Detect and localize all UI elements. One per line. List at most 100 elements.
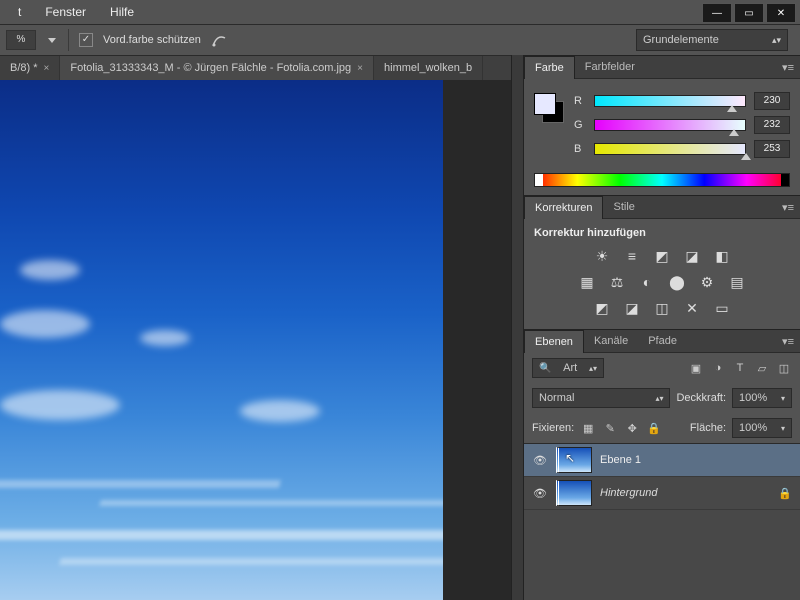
hue-ramp[interactable] [534, 173, 790, 187]
protect-fg-label: Vord.farbe schützen [103, 34, 201, 46]
brightness-icon[interactable]: ☀ [592, 248, 612, 264]
exposure-icon[interactable]: ◪ [682, 248, 702, 264]
opacity-label: Deckkraft: [676, 392, 726, 404]
lock-all-icon[interactable]: 🔒 [646, 420, 662, 436]
menu-fenster[interactable]: Fenster [33, 5, 98, 19]
r-value[interactable]: 230 [754, 92, 790, 110]
panel-menu-icon[interactable]: ▾≡ [776, 201, 800, 214]
lock-transparent-icon[interactable]: ▦ [580, 420, 596, 436]
tab-pfade[interactable]: Pfade [638, 330, 687, 352]
doc-tab-3-label: himmel_wolken_b [384, 62, 472, 74]
panel-menu-icon[interactable]: ▾≡ [776, 61, 800, 74]
doc-tab-3[interactable]: himmel_wolken_b [374, 56, 483, 80]
menu-truncated[interactable]: t [6, 5, 33, 19]
blend-mode-select[interactable]: Normal ▴▾ [532, 388, 670, 408]
close-icon[interactable]: × [44, 63, 50, 74]
layers-panel-header: Ebenen Kanäle Pfade ▾≡ [524, 329, 800, 353]
visibility-icon[interactable]: 👁 [532, 487, 548, 500]
fg-bg-swatch[interactable] [534, 93, 564, 123]
search-icon: 🔍 [539, 363, 551, 374]
b-value[interactable]: 253 [754, 140, 790, 158]
blend-mode-label: Normal [539, 392, 574, 404]
layer-name[interactable]: Ebene 1 [600, 454, 792, 466]
selective-color-icon[interactable]: ▭ [712, 300, 732, 316]
tab-farbfelder[interactable]: Farbfelder [575, 56, 645, 78]
options-bar: % ✓ Vord.farbe schützen Grundelemente ▴▾ [0, 25, 800, 56]
layer-row-ebene1[interactable]: 👁 ↖ Ebene 1 [524, 444, 800, 477]
opacity-value: 100% [739, 392, 767, 404]
minimize-button[interactable]: — [702, 3, 732, 23]
lock-icon: 🔒 [778, 487, 792, 500]
pressure-icon[interactable] [211, 32, 227, 48]
add-adjustment-label: Korrektur hinzufügen [534, 227, 790, 243]
g-slider[interactable] [594, 119, 746, 131]
vibrance-icon[interactable]: ◧ [712, 248, 732, 264]
layer-list: 👁 ↖ Ebene 1 👁 Hintergrund 🔒 [524, 443, 800, 600]
tab-stile[interactable]: Stile [603, 196, 644, 218]
layer-thumbnail[interactable]: ↖ [556, 447, 592, 473]
color-panel-header: Farbe Farbfelder ▾≡ [524, 55, 800, 79]
color-lookup-icon[interactable]: ▤ [727, 274, 747, 290]
separator [68, 29, 69, 51]
g-label: G [574, 119, 586, 131]
chevron-down-icon[interactable] [48, 38, 56, 43]
lock-pixels-icon[interactable]: ✎ [602, 420, 618, 436]
color-balance-icon[interactable]: ⚖ [607, 274, 627, 290]
b-label: B [574, 143, 586, 155]
close-button[interactable]: ✕ [766, 3, 796, 23]
adjustments-body: Korrektur hinzufügen ☀ ≡ ◩ ◪ ◧ ▦ ⚖ ◐ ⬤ ⚙… [524, 219, 800, 329]
panel-menu-icon[interactable]: ▾≡ [776, 335, 800, 348]
canvas-area [0, 80, 524, 600]
tab-korrekturen[interactable]: Korrekturen [524, 196, 603, 219]
visibility-icon[interactable]: 👁 [532, 454, 548, 467]
layer-filter-select[interactable]: 🔍 Art ▴▾ [532, 358, 604, 378]
layer-thumbnail[interactable] [556, 480, 592, 506]
doc-tab-1-label: B/8) * [10, 62, 38, 74]
doc-tab-2[interactable]: Fotolia_31333343_M - © Jürgen Fälchle - … [60, 56, 374, 80]
threshold-icon[interactable]: ◫ [652, 300, 672, 316]
workspace-label: Grundelemente [643, 34, 719, 46]
bw-icon[interactable]: ◐ [637, 274, 657, 290]
filter-label: Art [563, 362, 577, 374]
channel-mixer-icon[interactable]: ⚙ [697, 274, 717, 290]
layer-name[interactable]: Hintergrund [600, 487, 770, 499]
curves-icon[interactable]: ◩ [652, 248, 672, 264]
menu-hilfe[interactable]: Hilfe [98, 5, 146, 19]
filter-text-icon[interactable]: T [732, 360, 748, 376]
tab-ebenen[interactable]: Ebenen [524, 330, 584, 353]
layer-row-background[interactable]: 👁 Hintergrund 🔒 [524, 477, 800, 510]
lock-label: Fixieren: [532, 422, 574, 434]
opacity-input[interactable]: 100%▾ [732, 388, 792, 408]
doc-tab-1[interactable]: B/8) * × [0, 56, 60, 80]
filter-adjust-icon[interactable]: ◑ [710, 360, 726, 376]
g-value[interactable]: 232 [754, 116, 790, 134]
b-slider[interactable] [594, 143, 746, 155]
lock-position-icon[interactable]: ✥ [624, 420, 640, 436]
protect-fg-checkbox[interactable]: ✓ [79, 33, 93, 47]
tab-kanaele[interactable]: Kanäle [584, 330, 638, 352]
adjustments-panel-header: Korrekturen Stile ▾≡ [524, 195, 800, 219]
maximize-button[interactable]: ▭ [734, 3, 764, 23]
posterize-icon[interactable]: ◪ [622, 300, 642, 316]
filter-shape-icon[interactable]: ▱ [754, 360, 770, 376]
fg-color-swatch[interactable] [534, 93, 556, 115]
filter-smart-icon[interactable]: ◫ [776, 360, 792, 376]
close-icon[interactable]: × [357, 63, 363, 74]
gradient-map-icon[interactable]: ✕ [682, 300, 702, 316]
fill-value: 100% [739, 422, 767, 434]
opacity-mini-input[interactable]: % [6, 30, 36, 50]
workspace-select[interactable]: Grundelemente ▴▾ [636, 29, 788, 51]
hue-sat-icon[interactable]: ▦ [577, 274, 597, 290]
doc-tab-2-label: Fotolia_31333343_M - © Jürgen Fälchle - … [70, 62, 351, 74]
document-canvas[interactable] [0, 80, 443, 600]
levels-icon[interactable]: ≡ [622, 248, 642, 264]
r-slider[interactable] [594, 95, 746, 107]
cursor-icon: ↖ [565, 451, 575, 465]
filter-image-icon[interactable]: ▣ [688, 360, 704, 376]
fill-input[interactable]: 100%▾ [732, 418, 792, 438]
photo-filter-icon[interactable]: ⬤ [667, 274, 687, 290]
color-panel-body: R 230 G 232 B 253 [524, 79, 800, 169]
panels-dock: Farbe Farbfelder ▾≡ R 230 G 232 B 253 [523, 55, 800, 600]
invert-icon[interactable]: ◩ [592, 300, 612, 316]
tab-farbe[interactable]: Farbe [524, 56, 575, 79]
